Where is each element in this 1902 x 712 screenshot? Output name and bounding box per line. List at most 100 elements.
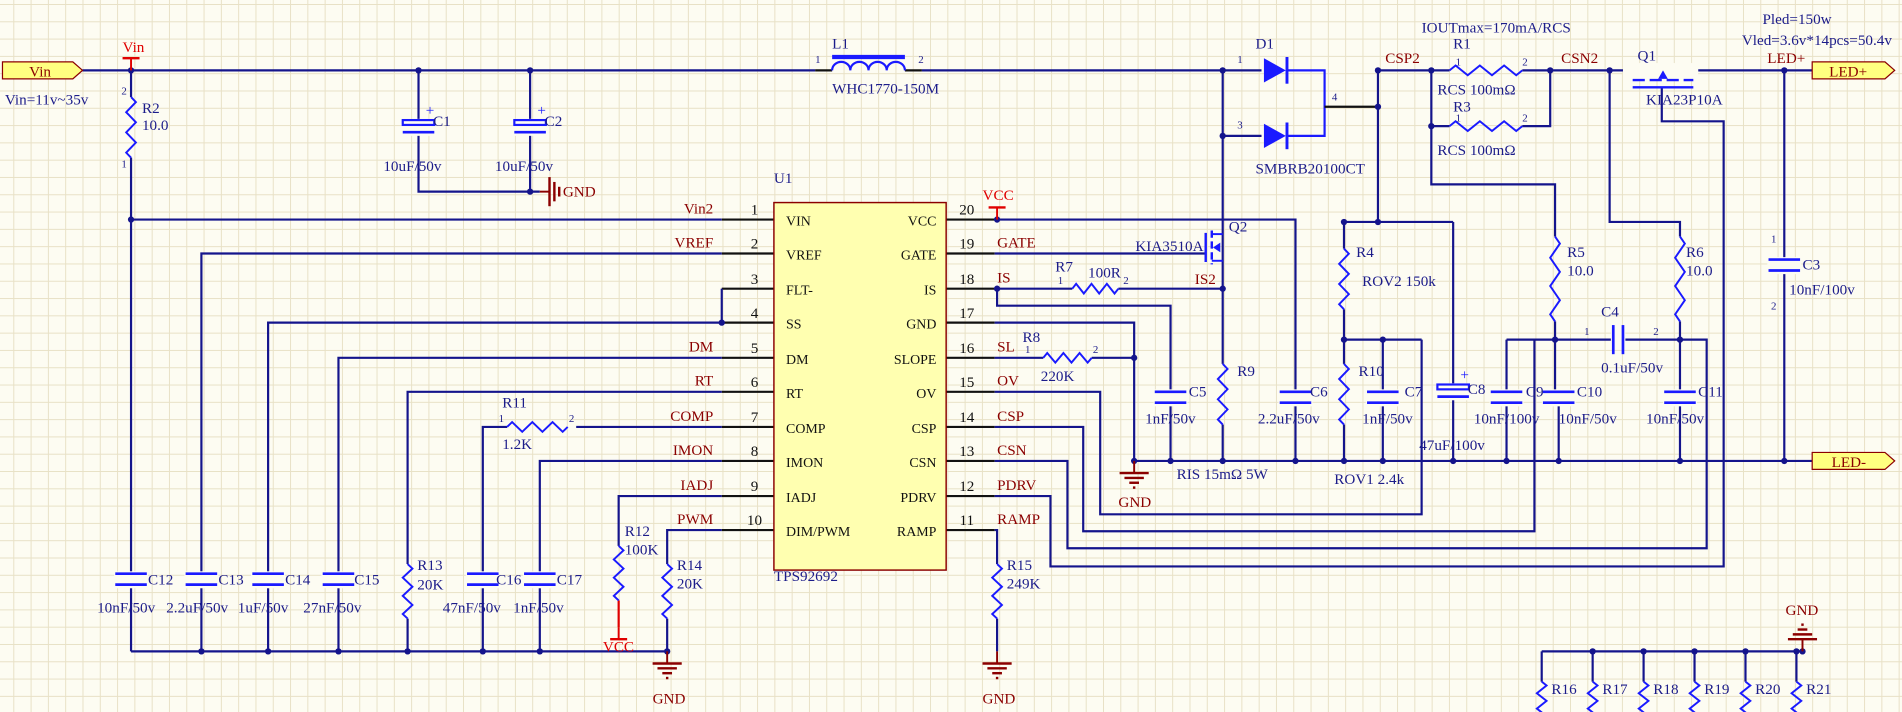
ref-c13: C13 xyxy=(218,572,243,589)
ref-r14: R14 xyxy=(677,557,703,574)
ic-u1-ref: U1 xyxy=(774,170,793,187)
ref-c8: C8 xyxy=(1468,381,1486,398)
net-label: VREF xyxy=(675,234,714,251)
ref-q2: Q2 xyxy=(1229,219,1248,236)
resistor-r16 xyxy=(1535,680,1549,712)
value-r2: 10.0 xyxy=(142,117,169,134)
resistor-r20 xyxy=(1739,680,1752,712)
ref-r5: R5 xyxy=(1567,244,1585,261)
value-r12: 100K xyxy=(625,541,659,558)
wires xyxy=(82,67,1813,682)
pin-mark: 1 xyxy=(499,413,504,425)
value-c3: 10nF/100v xyxy=(1789,282,1855,299)
ground-symbol-icon xyxy=(539,177,561,207)
vcc-power-label: VCC xyxy=(983,187,1014,204)
junction-dot xyxy=(1167,457,1174,465)
pin-number: 13 xyxy=(959,443,974,460)
value-c16: 47nF/50v xyxy=(443,600,502,617)
pin-name: RT xyxy=(786,387,803,402)
iout-note: IOUTmax=170mA/RCS xyxy=(1422,20,1571,37)
pin-mark: 2 xyxy=(1522,112,1527,124)
junction-dot xyxy=(526,188,534,195)
ref-r6: R6 xyxy=(1686,244,1704,261)
pin-mark: 1 xyxy=(1058,275,1063,287)
pin-mark: 4 xyxy=(1332,92,1338,104)
ref-r17: R17 xyxy=(1602,681,1628,698)
resistor-r10 xyxy=(1337,363,1351,426)
capacitor-c6 xyxy=(1278,389,1313,407)
value-c2: 10uF/50v xyxy=(495,158,554,175)
diode-triangle xyxy=(1263,58,1286,83)
value-r8: 220K xyxy=(1041,368,1075,385)
junction-dot xyxy=(198,648,205,655)
wire xyxy=(994,528,999,565)
value-r14: 20K xyxy=(677,575,703,592)
resistor-r2 xyxy=(124,96,138,159)
pin-mark: 1 xyxy=(1771,234,1776,246)
net-label: CSP xyxy=(997,408,1024,425)
pin-name: PDRV xyxy=(900,491,936,506)
ref-r16: R16 xyxy=(1551,681,1577,698)
pin-name: IMON xyxy=(786,456,823,471)
pin-name: GND xyxy=(906,318,936,333)
ground-symbol-icon xyxy=(1787,623,1818,652)
capacitor-c17 xyxy=(522,571,557,589)
value-c12: 10nF/50v xyxy=(97,600,156,617)
capacitor-c4 xyxy=(1610,325,1626,355)
pin-mark: 1 xyxy=(1456,56,1461,68)
resistor-r13 xyxy=(401,563,414,620)
pin-number: 14 xyxy=(959,409,975,426)
capacitor-c13 xyxy=(184,571,219,589)
pin-name: IS xyxy=(924,284,936,299)
junction-dot xyxy=(479,648,486,655)
net-label: RT xyxy=(695,373,713,390)
pin-name: DM xyxy=(786,353,808,368)
value-d1: SMBRB20100CT xyxy=(1255,160,1365,177)
resistor-r17 xyxy=(1586,680,1600,712)
capacitor-c15 xyxy=(321,571,356,589)
pin-name: GATE xyxy=(901,249,937,264)
capacitor-c16 xyxy=(465,571,500,589)
pin-name: VCC xyxy=(908,215,937,230)
junction-dot xyxy=(1292,457,1299,465)
led-plus-port-label: LED+ xyxy=(1829,63,1867,80)
resistor-r21 xyxy=(1790,680,1803,712)
ref-r1: R1 xyxy=(1453,36,1471,53)
pin-mark: 2 xyxy=(1093,344,1098,356)
ref-c6: C6 xyxy=(1310,384,1328,401)
value-r15: 249K xyxy=(1007,575,1041,592)
resistor-r18 xyxy=(1637,680,1651,712)
pin-mark: 2 xyxy=(569,413,574,425)
net-label: CSN xyxy=(997,442,1027,459)
pin-number: 16 xyxy=(959,340,975,357)
ref-c14: C14 xyxy=(285,572,311,589)
pin-mark: 1 xyxy=(815,54,820,66)
gnd-label: GND xyxy=(1786,602,1819,619)
inductor-l1 xyxy=(831,60,906,71)
pin-mark: 1 xyxy=(1237,54,1242,66)
junction-dot xyxy=(1503,457,1510,465)
pin-number: 15 xyxy=(959,374,974,391)
ref-c1: C1 xyxy=(433,113,451,130)
resistor-r11 xyxy=(506,420,569,434)
pin-number: 6 xyxy=(751,374,759,391)
value-r4: ROV2 150k xyxy=(1362,273,1436,290)
ref-c4: C4 xyxy=(1601,304,1619,321)
junction-dot xyxy=(1131,354,1138,361)
power-port-icon xyxy=(988,206,1006,220)
pin-name: OV xyxy=(916,387,936,402)
net-label: IMON xyxy=(673,442,713,459)
resistor-r9 xyxy=(1216,363,1229,426)
vcc-power-label: VCC xyxy=(603,638,634,655)
pled-note: Pled=150w xyxy=(1762,11,1831,28)
net-label: Vin2 xyxy=(684,200,713,217)
ref-d1: D1 xyxy=(1255,36,1274,53)
net-label: PWM xyxy=(677,511,714,528)
gnd-label: GND xyxy=(1118,494,1151,511)
net-label-csn2: CSN2 xyxy=(1561,50,1598,67)
pin-number: 4 xyxy=(751,305,759,322)
capacitor-c10 xyxy=(1541,389,1576,407)
value-r5: 10.0 xyxy=(1567,262,1594,279)
resistor-r8 xyxy=(1042,351,1093,365)
pin-name: RAMP xyxy=(897,525,937,540)
